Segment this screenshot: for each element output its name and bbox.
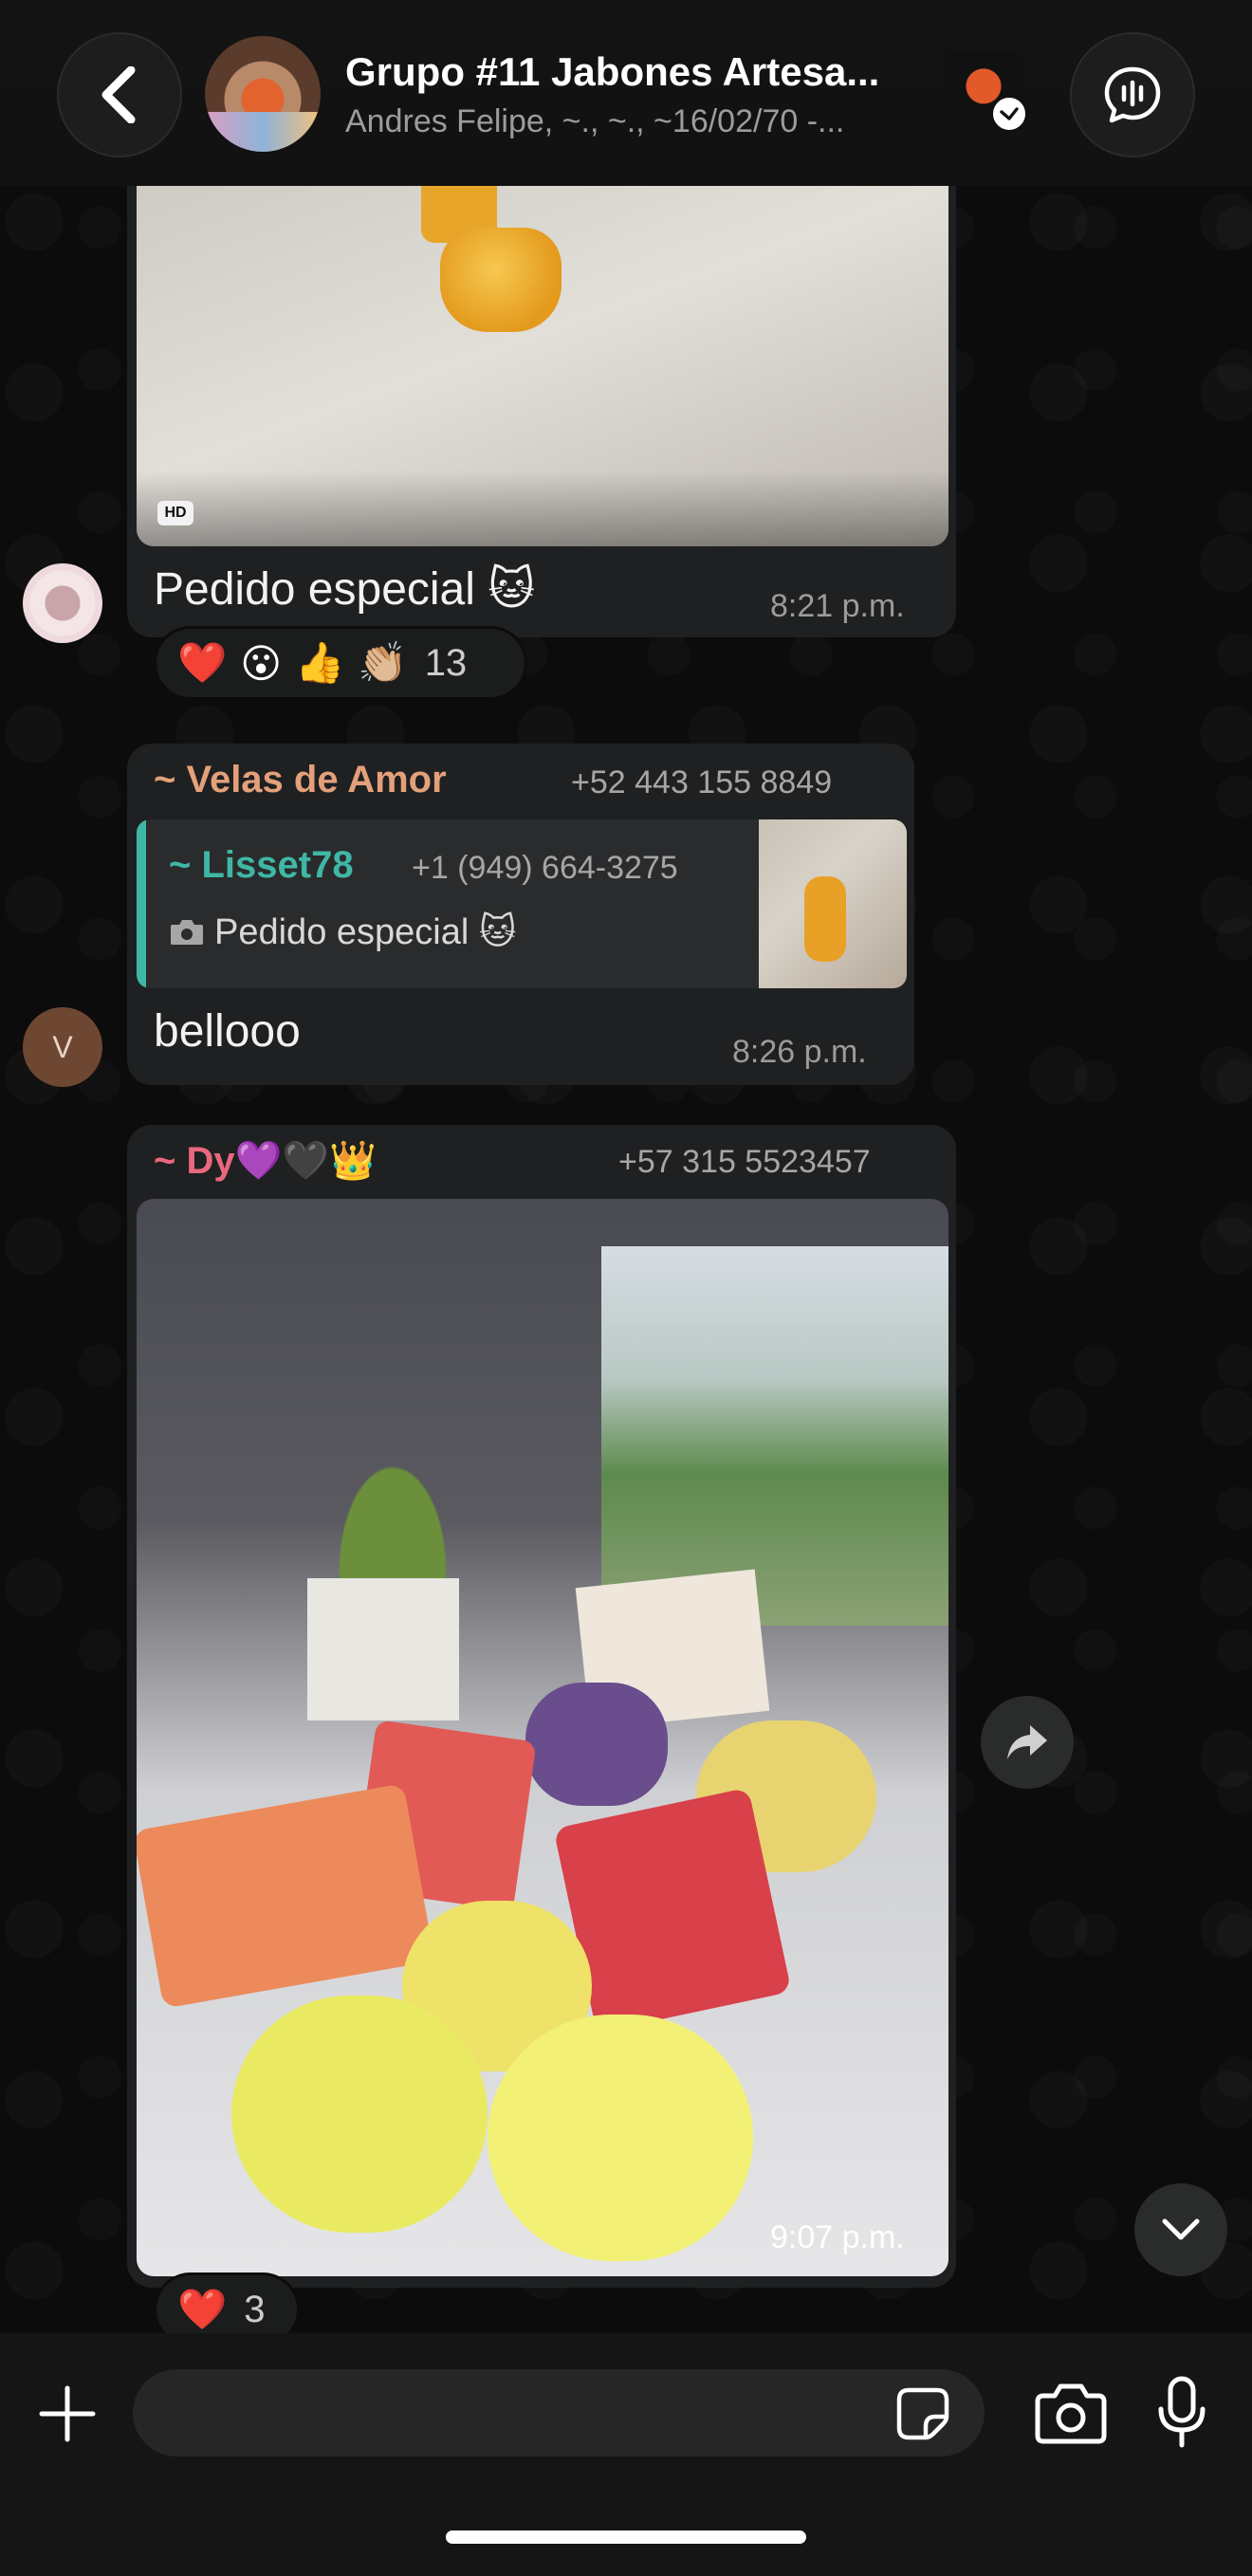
quote-accent-bar — [137, 819, 146, 988]
sticker-icon — [896, 2387, 949, 2440]
sender-avatar-1[interactable] — [23, 563, 102, 643]
plus-icon — [39, 2385, 96, 2442]
reaction-count: 3 — [244, 2288, 266, 2330]
message-time-1: 8:21 p.m. — [770, 588, 905, 624]
reaction-count: 13 — [424, 641, 468, 684]
message-time-2: 8:26 p.m. — [732, 1034, 867, 1070]
chevron-down-icon — [1162, 2218, 1200, 2240]
thumbs-up-icon: 👍 — [295, 639, 345, 685]
chat-screen: Grupo #11 Jabones Artesa... Andres Felip… — [0, 0, 1252, 2576]
check-icon — [990, 95, 1028, 133]
message-time-3: 9:07 p.m. — [770, 2219, 905, 2255]
reactions-1[interactable]: ❤️ 😮 👍 👏🏼 13 — [154, 626, 527, 700]
heart-icon: ❤️ — [177, 639, 228, 685]
sender-avatar-2[interactable]: V — [23, 1007, 102, 1087]
forward-button[interactable] — [981, 1696, 1074, 1789]
heart-icon: ❤️ — [177, 2286, 228, 2331]
home-indicator — [446, 2530, 806, 2544]
chevron-left-icon — [101, 66, 136, 123]
sender-name-2[interactable]: ~ Velas de Amor — [154, 759, 447, 801]
microphone-icon — [1158, 2376, 1206, 2448]
group-avatar[interactable] — [205, 36, 321, 152]
sender-name-3[interactable]: ~ Dy💜🖤👑 — [154, 1138, 377, 1183]
message-image-1[interactable] — [137, 186, 948, 546]
back-button[interactable] — [57, 32, 182, 157]
chat-header: Grupo #11 Jabones Artesa... Andres Felip… — [0, 0, 1252, 186]
attach-button[interactable] — [32, 2379, 102, 2449]
quote-sender: ~ Lisset78 — [169, 844, 354, 886]
group-title: Grupo #11 Jabones Artesa... — [345, 49, 880, 94]
quote-phone: +1 (949) 664-3275 — [412, 850, 678, 886]
quoted-message[interactable]: ~ Lisset78 +1 (949) 664-3275 Pedido espe… — [137, 819, 907, 988]
camera-icon — [1035, 2383, 1107, 2444]
voice-call-icon — [1104, 66, 1161, 123]
sender-phone-3: +57 315 5523457 — [618, 1144, 871, 1180]
scroll-to-bottom-button[interactable] — [1134, 2183, 1227, 2276]
group-members: Andres Felipe, ~., ~., ~16/02/70 -... — [345, 103, 845, 139]
message-image-3[interactable] — [137, 1199, 948, 2276]
microphone-button[interactable] — [1155, 2375, 1208, 2451]
message-text-2: bellooo — [154, 1006, 301, 1057]
surprised-face-icon: 😮 — [240, 640, 283, 686]
group-info[interactable]: Grupo #11 Jabones Artesa... Andres Felip… — [345, 47, 924, 142]
sticker-button[interactable] — [895, 2386, 950, 2441]
camera-icon — [171, 919, 203, 945]
clapping-hands-icon: 👏🏼 — [358, 639, 408, 685]
camera-button[interactable] — [1034, 2381, 1108, 2447]
avatar-initial: V — [52, 1029, 73, 1064]
quote-text: Pedido especial 🐱 — [169, 911, 516, 953]
sender-phone-2: +52 443 155 8849 — [571, 764, 833, 800]
forward-icon — [1007, 1725, 1047, 1759]
hd-badge: HD — [157, 501, 193, 525]
quote-caption: Pedido especial 🐱 — [214, 912, 517, 952]
voice-call-button[interactable] — [1070, 32, 1195, 157]
message-input[interactable] — [133, 2369, 985, 2456]
message-caption-1: Pedido especial 🐱 — [154, 564, 536, 615]
quote-thumbnail — [759, 819, 907, 988]
